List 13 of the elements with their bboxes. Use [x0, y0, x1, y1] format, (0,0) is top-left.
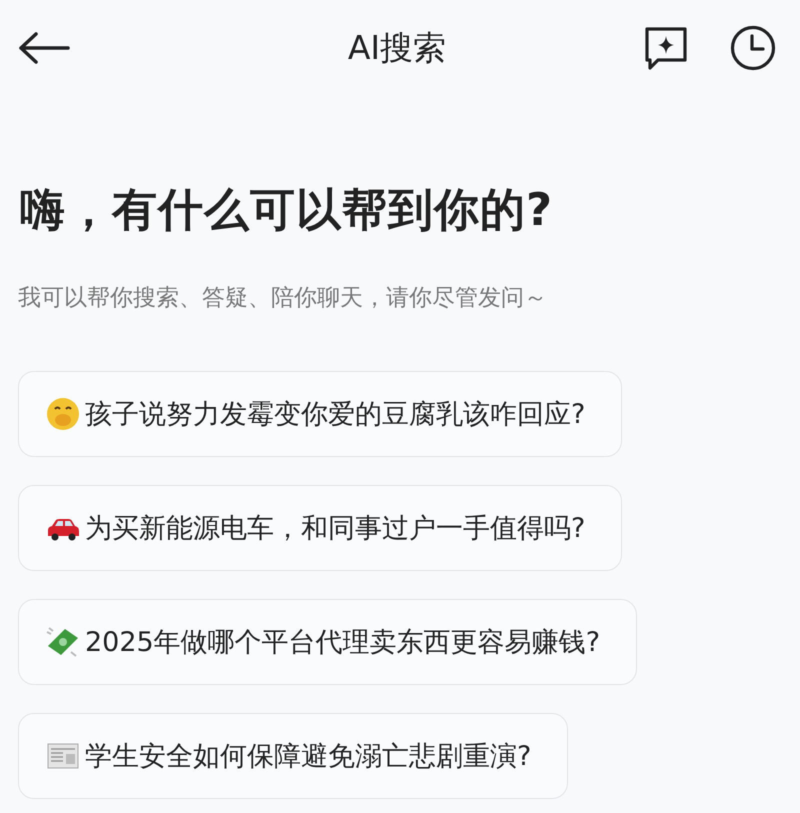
suggestion-card[interactable]: 为买新能源电车，和同事过户一手值得吗? [18, 485, 622, 571]
suggestion-card[interactable]: 学生安全如何保障避免溺亡悲剧重演? [18, 713, 568, 799]
suggestion-card[interactable]: 2025年做哪个平台代理卖东西更容易赚钱? [18, 599, 638, 685]
new-chat-button[interactable] [644, 26, 688, 70]
greeting-heading: 嗨，有什么可以帮到你的? [20, 182, 554, 238]
page-title: AI搜索 [348, 26, 446, 68]
chat-sparkle-icon [644, 26, 688, 70]
history-button[interactable] [730, 25, 776, 71]
smiling-face-icon [45, 396, 81, 432]
suggestion-card[interactable]: 孩子说努力发霉变你爱的豆腐乳该咋回应? [18, 371, 622, 457]
back-arrow-icon [18, 31, 70, 65]
clock-icon [730, 25, 776, 71]
subtitle-text: 我可以帮你搜索、答疑、陪你聊天，请你尽管发问～ [18, 284, 548, 313]
